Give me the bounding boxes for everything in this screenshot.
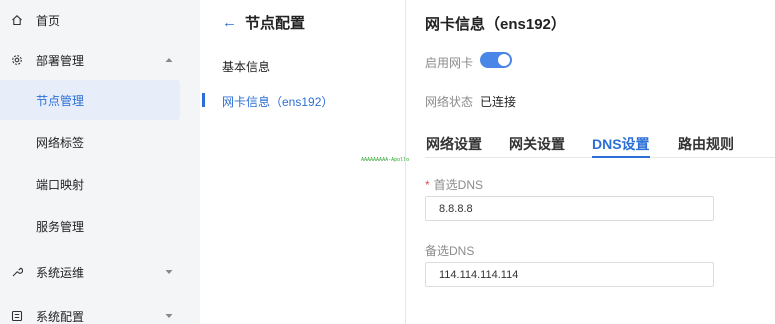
wrench-icon — [10, 265, 24, 279]
sidebar-item-label: 端口映射 — [36, 177, 85, 192]
enable-nic-toggle[interactable] — [480, 52, 512, 68]
sidebar-item-services[interactable]: 服务管理 — [0, 206, 200, 246]
sidebar-item-config[interactable]: 系统配置 — [0, 296, 200, 324]
sidebar-item-label: 部署管理 — [36, 53, 85, 68]
sidebar-item-label: 节点管理 — [36, 93, 85, 108]
chevron-up-icon — [164, 56, 174, 64]
page-title: 节点配置 — [245, 15, 306, 32]
panel-divider — [405, 0, 406, 324]
enable-nic-label: 启用网卡 — [425, 56, 474, 70]
secondary-dns-label: 备选DNS — [425, 244, 475, 258]
node-config-header: ← 节点配置 — [222, 12, 305, 33]
sidebar-item-nodes[interactable]: 节点管理 — [0, 80, 180, 120]
sidebar-item-label: 服务管理 — [36, 219, 85, 234]
settings-tabs: 网络设置 网关设置 DNS设置 路由规则 — [425, 134, 775, 158]
sidebar-item-label: 首页 — [36, 13, 61, 28]
sidebar-item-ops[interactable]: 系统运维 — [0, 252, 200, 292]
toggle-knob — [498, 54, 510, 66]
chevron-down-icon — [164, 268, 174, 276]
sidebar-item-network-tags[interactable]: 网络标签 — [0, 122, 200, 162]
sidebar-item-port-mapping[interactable]: 端口映射 — [0, 164, 200, 204]
network-status-value: 已连接 — [480, 95, 517, 109]
active-indicator — [202, 93, 205, 107]
primary-dns-label: 首选DNS — [433, 178, 484, 192]
required-asterisk: * — [425, 178, 430, 192]
chevron-down-icon — [164, 312, 174, 320]
tab-routing-rules[interactable]: 路由规则 — [678, 134, 734, 158]
gear-icon — [10, 53, 24, 67]
secondary-dns-input[interactable]: 114.114.114.114 — [425, 262, 714, 287]
menu-item-nic-info[interactable]: 网卡信息（ens192） — [222, 93, 333, 110]
tab-dns-settings[interactable]: DNS设置 — [592, 134, 650, 158]
primary-dns-label-row: * 首选DNS — [425, 176, 483, 193]
tiny-note: AAAAAAAAA-Apollo — [361, 157, 410, 163]
sidebar-item-home[interactable]: 首页 — [0, 0, 200, 40]
network-status-label: 网络状态 — [425, 95, 474, 109]
primary-dns-input[interactable]: 8.8.8.8 — [425, 196, 714, 221]
detail-title: 网卡信息（ens192） — [425, 16, 566, 33]
tab-gateway-settings[interactable]: 网关设置 — [509, 134, 565, 158]
sidebar-item-deploy[interactable]: 部署管理 — [0, 40, 200, 80]
config-icon — [10, 309, 24, 323]
back-arrow-icon[interactable]: ← — [222, 14, 237, 31]
sidebar-item-label: 系统配置 — [36, 309, 85, 324]
sidebar: 首页 部署管理 节点管理 网络标签 端口映射 服务管理 系统运维 系统配置 — [0, 0, 200, 324]
sidebar-item-label: 系统运维 — [36, 265, 85, 280]
sidebar-item-label: 网络标签 — [36, 135, 85, 150]
tab-network-settings[interactable]: 网络设置 — [426, 134, 482, 158]
menu-item-basic-info[interactable]: 基本信息 — [222, 58, 270, 75]
home-icon — [10, 13, 24, 27]
